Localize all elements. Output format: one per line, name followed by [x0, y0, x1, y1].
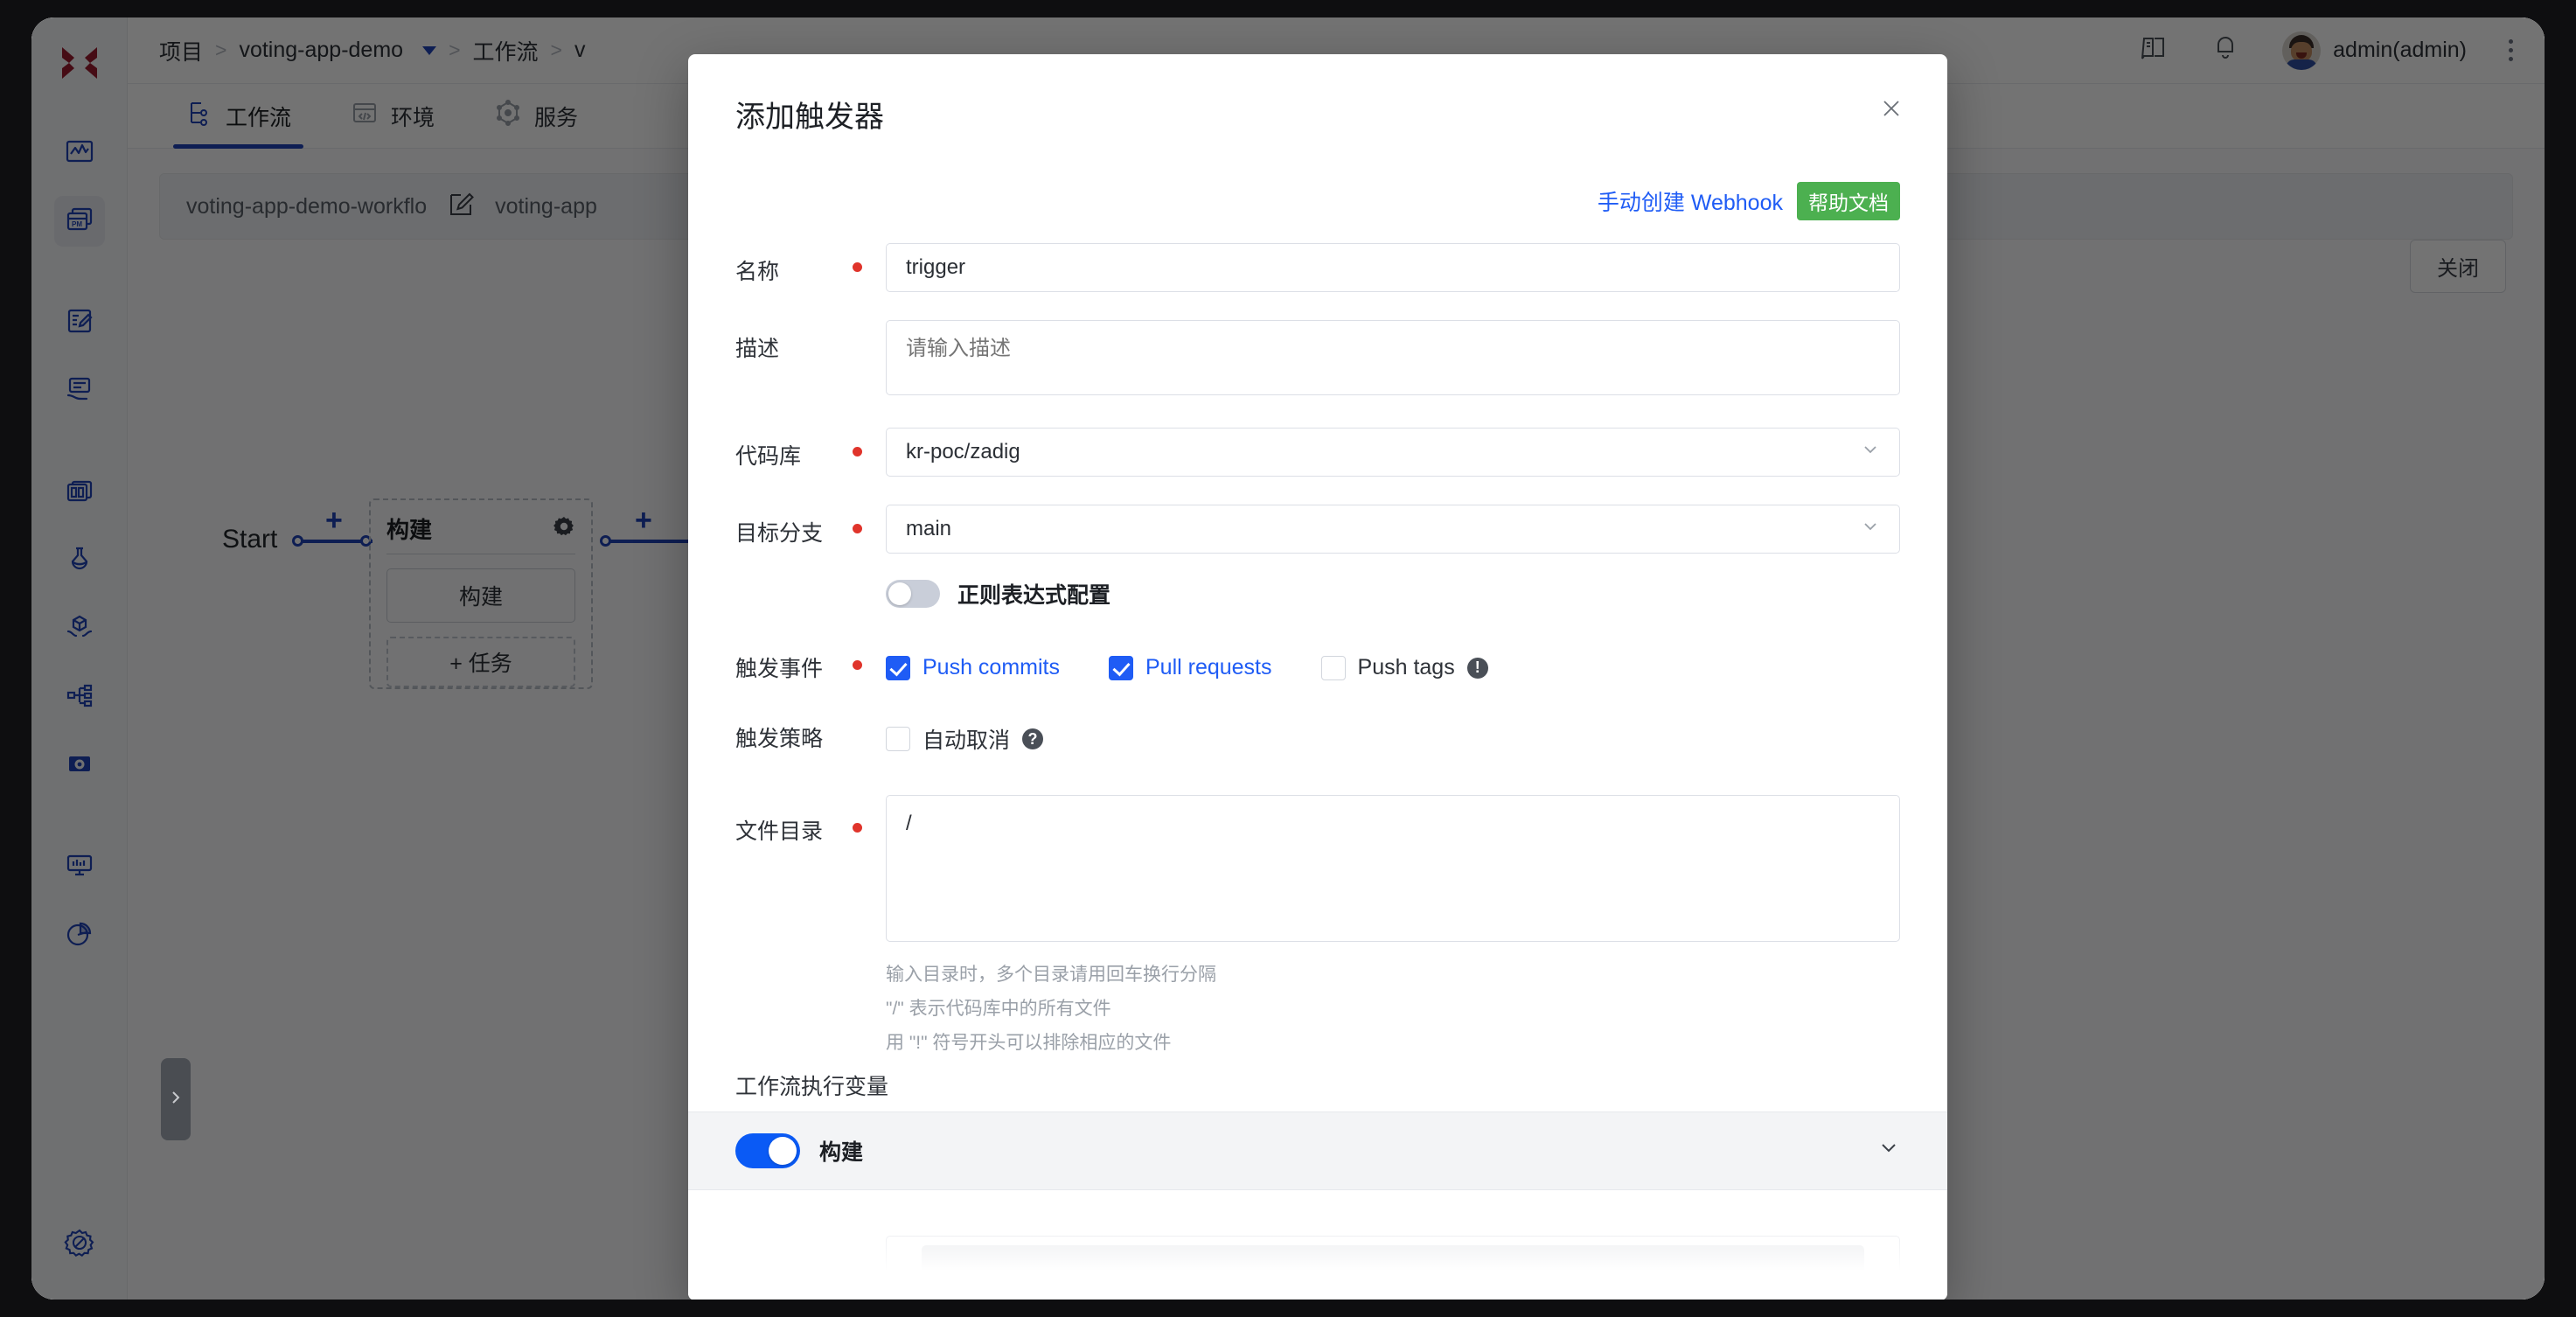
field-events-control: Push commits Pull requests Push tags ! — [886, 646, 1900, 680]
field-regex-control: 正则表达式配置 — [886, 573, 1900, 610]
checkbox-pull-requests-label: Pull requests — [1145, 655, 1272, 679]
checkbox-auto-cancel[interactable]: 自动取消 ? — [886, 718, 1900, 755]
dialog-header: 添加触发器 — [688, 54, 1947, 136]
field-repo: 代码库 kr-poc/zadig — [735, 428, 1900, 477]
name-input[interactable]: trigger — [886, 243, 1900, 292]
description-textarea[interactable] — [886, 320, 1900, 395]
field-repo-label: 代码库 — [735, 444, 802, 469]
field-events-required-marker — [839, 646, 886, 670]
file-dir-hint-1: 输入目录时，多个目录请用回车换行分隔 — [886, 965, 1216, 985]
field-regex-toggle: 正则表达式配置 — [735, 573, 1900, 610]
add-trigger-dialog: 添加触发器 手动创建 Webhook 帮助文档 名称 trigger 描述 请输… — [688, 54, 1947, 1300]
variable-build-toggle[interactable] — [735, 1132, 800, 1168]
webhook-help-row: 手动创建 Webhook 帮助文档 — [735, 152, 1900, 243]
repo-select-value: kr-poc/zadig — [906, 440, 1020, 463]
variables-section-title: 工作流执行变量 — [735, 1074, 889, 1099]
field-description-required-marker — [839, 320, 886, 339]
field-branch-control: main — [886, 505, 1900, 554]
field-file-dir-required-marker — [839, 795, 886, 833]
field-repo-control: kr-poc/zadig — [886, 428, 1900, 477]
checkbox-push-commits-label: Push commits — [922, 655, 1060, 679]
checkbox-box[interactable] — [886, 655, 910, 680]
regex-config-toggle[interactable] — [886, 580, 940, 608]
checkbox-push-commits[interactable]: Push commits — [886, 655, 1060, 680]
trigger-events-row: Push commits Pull requests Push tags ! — [886, 646, 1900, 680]
checkbox-push-tags-label: Push tags — [1357, 655, 1455, 679]
field-description: 描述 — [735, 320, 1900, 400]
field-file-dir-control: 输入目录时，多个目录请用回车换行分隔 "/" 表示代码库中的所有文件 用 "!"… — [886, 795, 1900, 1061]
checkbox-pull-requests[interactable]: Pull requests — [1108, 655, 1272, 680]
repo-select[interactable]: kr-poc/zadig — [886, 428, 1900, 477]
checkbox-push-tags[interactable]: Push tags ! — [1320, 655, 1488, 680]
dialog-title: 添加触发器 — [735, 101, 884, 134]
variable-row-build[interactable]: 构建 — [688, 1111, 1947, 1190]
field-trigger-strategy: 触发策略 自动取消 ? — [735, 718, 1900, 755]
field-name-control: trigger — [886, 243, 1900, 292]
field-events-label: 触发事件 — [735, 657, 824, 681]
field-description-label: 描述 — [735, 337, 780, 361]
branch-select-value: main — [906, 517, 952, 540]
device-frame: PM — [0, 0, 2576, 1317]
question-circle-icon[interactable]: ? — [1022, 728, 1044, 749]
field-name-required-marker — [839, 243, 886, 272]
file-dir-hint-2: "/" 表示代码库中的所有文件 — [886, 998, 1111, 1019]
field-branch-required-marker — [839, 505, 886, 533]
chevron-right-icon — [167, 1089, 184, 1111]
field-strategy-control: 自动取消 ? — [886, 718, 1900, 755]
dialog-body: 手动创建 Webhook 帮助文档 名称 trigger 描述 请输入描述 代码… — [688, 152, 1947, 1300]
file-dir-textarea[interactable] — [886, 795, 1900, 942]
file-dir-hint-3: 用 "!" 符号开头可以排除相应的文件 — [886, 1032, 1172, 1053]
checkbox-box[interactable] — [886, 727, 910, 751]
field-name-label: 名称 — [735, 260, 780, 284]
checkbox-box[interactable] — [1320, 655, 1346, 680]
field-regex-spacer2 — [839, 573, 886, 592]
exclamation-circle-icon[interactable]: ! — [1466, 657, 1488, 679]
field-description-control — [886, 320, 1900, 400]
chevron-down-icon — [1861, 440, 1880, 464]
field-branch: 目标分支 main — [735, 505, 1900, 554]
field-file-dir-label: 文件目录 — [735, 819, 824, 844]
partial-field-inner — [922, 1244, 1864, 1287]
field-name: 名称 trigger — [735, 243, 1900, 292]
regex-config-label: 正则表达式配置 — [957, 583, 1111, 608]
checkbox-auto-cancel-label: 自动取消 — [922, 728, 1011, 753]
regex-toggle-row: 正则表达式配置 — [886, 573, 1900, 610]
field-trigger-events: 触发事件 Push commits Pull requests Push tag… — [735, 646, 1900, 683]
screen: PM — [31, 17, 2545, 1300]
field-strategy-label: 触发策略 — [735, 727, 824, 751]
partial-field-box[interactable] — [886, 1235, 1900, 1297]
field-regex-spacer — [735, 573, 839, 584]
partial-next-field — [735, 1235, 1900, 1297]
chevron-down-icon[interactable] — [1877, 1136, 1900, 1165]
manual-webhook-link[interactable]: 手动创建 Webhook — [1598, 185, 1783, 217]
field-branch-label: 目标分支 — [735, 521, 824, 546]
field-repo-required-marker — [839, 428, 886, 456]
variable-build-label: 构建 — [819, 1139, 864, 1165]
branch-select[interactable]: main — [886, 505, 1900, 554]
field-strategy-spacer — [839, 718, 886, 737]
field-file-dir: 文件目录 输入目录时，多个目录请用回车换行分隔 "/" 表示代码库中的所有文件 … — [735, 795, 1900, 1061]
chevron-down-icon — [1861, 517, 1880, 541]
panel-collapse-handle[interactable] — [161, 1058, 191, 1140]
help-doc-badge[interactable]: 帮助文档 — [1797, 182, 1900, 220]
file-dir-hints: 输入目录时，多个目录请用回车换行分隔 "/" 表示代码库中的所有文件 用 "!"… — [886, 958, 1900, 1061]
checkbox-box[interactable] — [1108, 655, 1133, 680]
close-icon[interactable] — [1872, 89, 1911, 128]
